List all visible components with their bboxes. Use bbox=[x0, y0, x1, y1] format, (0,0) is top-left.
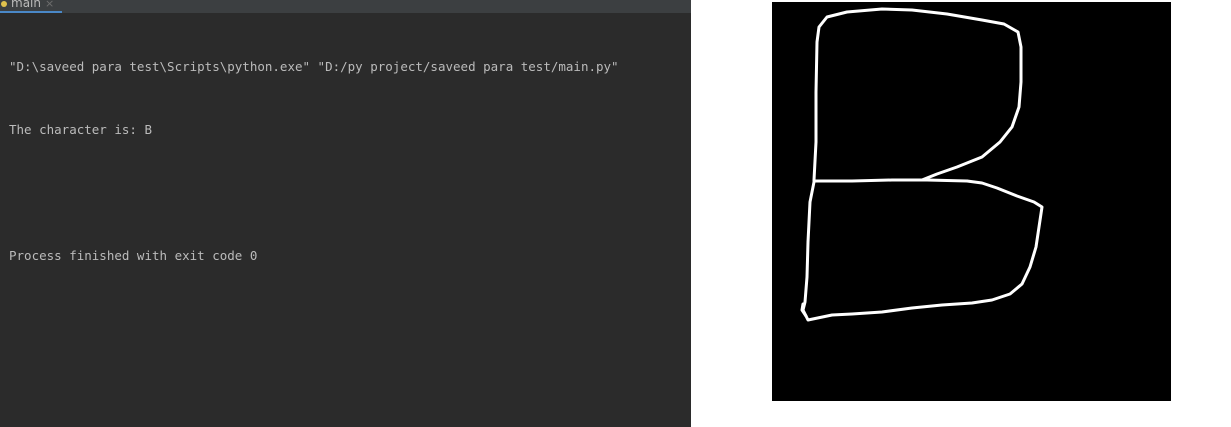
result-line: The character is: B bbox=[9, 122, 152, 137]
command-line: "D:\saveed para test\Scripts\python.exe"… bbox=[9, 59, 619, 74]
exit-code-line: Process finished with exit code 0 bbox=[9, 248, 258, 263]
python-file-icon bbox=[1, 0, 7, 7]
letter-b-drawing bbox=[800, 7, 1044, 322]
run-console-panel: main × "D:\saveed para test\Scripts\pyth… bbox=[0, 0, 691, 427]
active-tab-indicator bbox=[0, 11, 62, 13]
console-output[interactable]: "D:\saveed para test\Scripts\python.exe"… bbox=[9, 14, 619, 308]
run-tab-strip: main × bbox=[0, 0, 691, 13]
handwritten-character-image bbox=[772, 2, 1171, 401]
